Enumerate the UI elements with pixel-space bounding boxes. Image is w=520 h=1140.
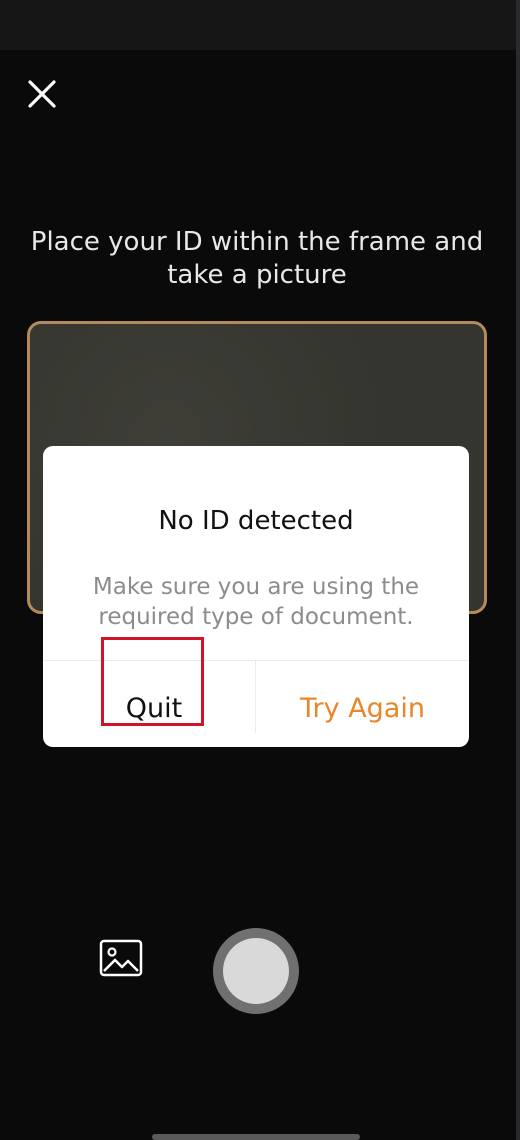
shutter-icon	[223, 938, 289, 1004]
dialog-title: No ID detected	[158, 506, 354, 536]
try-again-button[interactable]: Try Again	[256, 661, 469, 751]
status-bar	[0, 0, 520, 50]
shutter-button[interactable]	[213, 928, 299, 1014]
id-capture-screen: Place your ID within the frame and take …	[0, 0, 520, 1140]
close-button[interactable]	[22, 74, 62, 114]
dialog-message: Make sure you are using the required typ…	[92, 574, 420, 630]
home-indicator	[152, 1134, 360, 1140]
quit-button[interactable]: Quit	[101, 661, 207, 751]
close-icon	[28, 80, 56, 108]
gallery-icon	[99, 939, 143, 977]
gallery-button[interactable]	[98, 938, 144, 978]
capture-instruction: Place your ID within the frame and take …	[30, 227, 484, 290]
no-id-dialog: No ID detected Make sure you are using t…	[43, 446, 469, 747]
window-edge	[516, 0, 520, 1140]
